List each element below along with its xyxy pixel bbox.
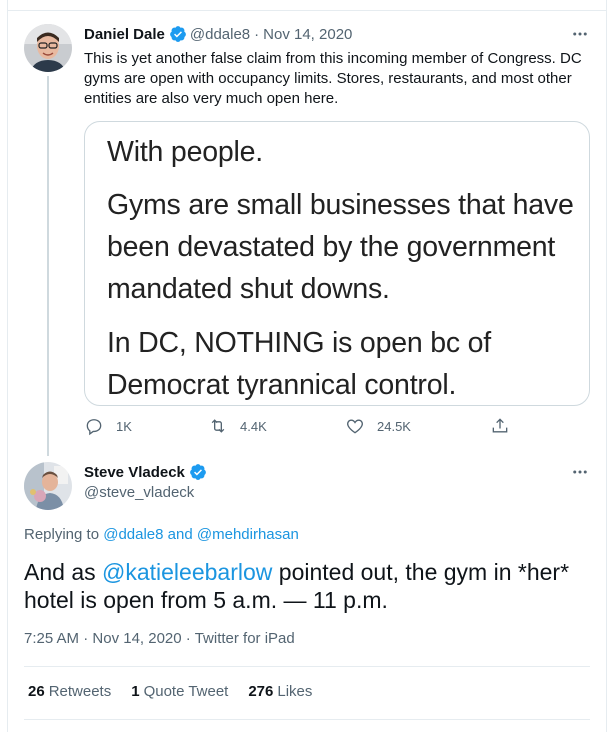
- quotes-count: 1: [131, 683, 140, 700]
- tweet2-time[interactable]: 7:25 AM: [24, 630, 79, 647]
- tweet2-stats: 26 Retweets 1 Quote Tweet 276 Likes: [28, 683, 332, 700]
- tweet2-meta: 7:25 AM · Nov 14, 2020 · Twitter for iPa…: [24, 630, 295, 647]
- likes-count: 276: [248, 683, 274, 700]
- tweet1-date[interactable]: Nov 14, 2020: [263, 26, 352, 43]
- more-icon[interactable]: [569, 24, 591, 44]
- reply-icon: [86, 419, 102, 436]
- more-icon[interactable]: [569, 462, 591, 482]
- avatar-steve-vladeck[interactable]: [24, 462, 72, 510]
- retweet-count: 4.4K: [240, 418, 267, 434]
- divider: [24, 719, 590, 720]
- reply-mention-mehdirhasan[interactable]: @mehdirhasan: [197, 526, 299, 543]
- retweet-button[interactable]: 4.4K: [208, 416, 267, 436]
- image-text-line: mandated shut downs.: [107, 273, 390, 305]
- tweet2-date[interactable]: Nov 14, 2020: [92, 630, 181, 647]
- share-button[interactable]: [490, 416, 510, 436]
- tweet2-text-before: And as: [24, 559, 102, 585]
- retweet-icon: [211, 419, 225, 433]
- quote-tweets-stat[interactable]: 1 Quote Tweet: [131, 683, 228, 700]
- divider: [24, 666, 590, 667]
- heart-icon: [347, 419, 363, 434]
- tweet1-actions: 1K 4.4K 24.5K: [84, 416, 514, 440]
- replying-to: Replying to @ddale8 and @mehdirhasan: [24, 526, 299, 543]
- tweet1-header: Daniel Dale @ddale8 · Nov 14, 2020: [84, 24, 352, 44]
- reply-mention-ddale8[interactable]: @ddale8: [103, 526, 163, 543]
- like-count: 24.5K: [377, 418, 411, 434]
- replying-and: and: [167, 526, 193, 543]
- reply-count: 1K: [116, 418, 132, 434]
- reply-button[interactable]: 1K: [84, 416, 132, 436]
- share-icon: [492, 418, 508, 433]
- retweets-count: 26: [28, 683, 45, 700]
- tweet1-handle[interactable]: @ddale8: [190, 26, 250, 43]
- tweet2-header: Steve Vladeck: [84, 463, 210, 481]
- tweet2-source[interactable]: Twitter for iPad: [195, 630, 295, 647]
- like-button[interactable]: 24.5K: [345, 416, 411, 436]
- verified-badge-icon: [169, 25, 187, 43]
- replying-prefix: Replying to: [24, 526, 100, 543]
- likes-stat[interactable]: 276 Likes: [248, 683, 312, 700]
- tweet1-image[interactable]: With people. Gyms are small businesses t…: [84, 121, 590, 406]
- tweet1-author-name[interactable]: Daniel Dale: [84, 26, 165, 43]
- mention-katieleebarlow[interactable]: @katieleebarlow: [102, 559, 272, 585]
- image-text-line: In DC, NOTHING is open bc of: [107, 327, 492, 359]
- tweet2-author-name[interactable]: Steve Vladeck: [84, 464, 185, 481]
- thread-line: [47, 76, 49, 456]
- tweet1-text: This is yet another false claim from thi…: [84, 50, 582, 107]
- retweets-stat[interactable]: 26 Retweets: [28, 683, 111, 700]
- retweets-label: Retweets: [48, 683, 112, 700]
- tweet2-handle[interactable]: @steve_vladeck: [84, 484, 194, 501]
- verified-badge-icon: [189, 463, 207, 481]
- image-text-line: With people.: [107, 136, 264, 168]
- image-text-line: been devastated by the government: [107, 231, 556, 263]
- image-text-line: Democrat tyrannical control.: [107, 369, 457, 401]
- likes-label: Likes: [277, 683, 313, 700]
- tweet1-dot: ·: [254, 25, 260, 43]
- avatar-daniel-dale[interactable]: [24, 24, 72, 72]
- top-divider: [7, 10, 607, 11]
- quotes-label: Quote Tweet: [143, 683, 229, 700]
- tweet2-text: And as @katieleebarlow pointed out, the …: [24, 558, 584, 614]
- image-text-line: Gyms are small businesses that have: [107, 189, 574, 221]
